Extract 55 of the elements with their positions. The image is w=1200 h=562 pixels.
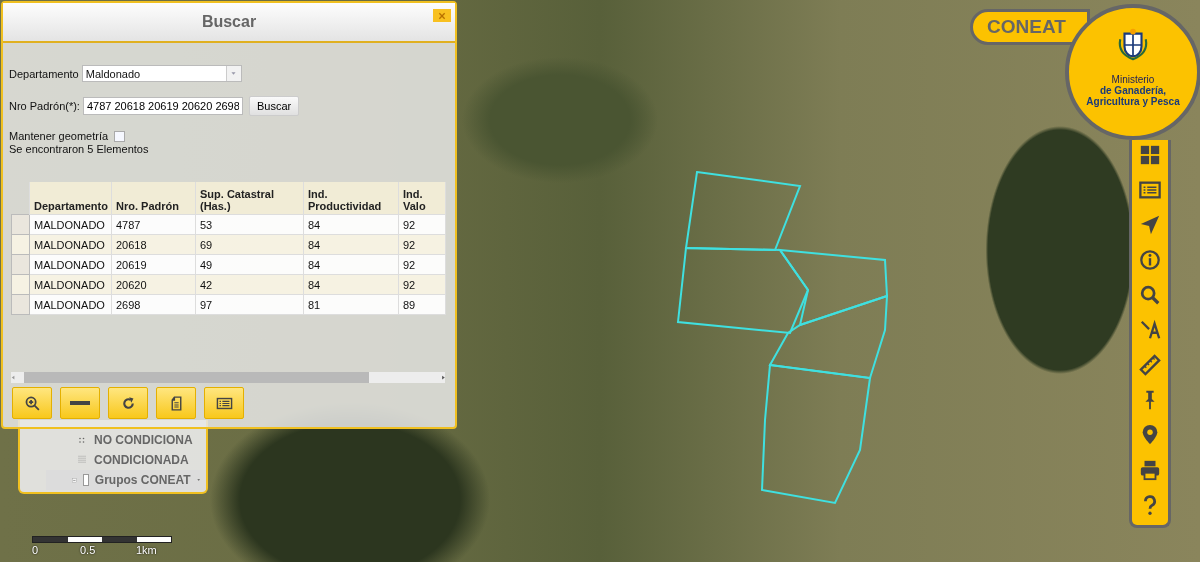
checkbox-label: Mantener geometría [9, 130, 109, 142]
group-checkbox[interactable] [82, 474, 89, 486]
scroll-right-icon [440, 374, 445, 381]
zoom-in-icon [23, 394, 41, 412]
column-header[interactable]: Departamento [29, 182, 112, 215]
app-name-badge: CONEAT [970, 9, 1090, 45]
parcel-outline[interactable] [777, 248, 889, 327]
column-header[interactable]: Nro. Padrón [111, 182, 196, 215]
refresh-button[interactable] [108, 387, 148, 419]
field-label: Departamento [9, 67, 79, 80]
ministry-name-line: de Ganadería, [1099, 85, 1167, 96]
grid-pattern-icon [76, 454, 88, 466]
scale-label: 0 [32, 544, 39, 556]
table-cell: 4787 [111, 214, 196, 235]
caret-down-icon [230, 71, 238, 76]
ruler-icon[interactable] [1138, 354, 1162, 376]
scale-label: 1km [136, 544, 157, 556]
ministry-name-line: Ministerio [1111, 74, 1155, 85]
text-tool-icon[interactable] [1138, 319, 1162, 341]
column-header[interactable]: Ind. Productividad [303, 182, 399, 215]
padron-input[interactable]: 4787 20618 20619 20620 2698 [82, 97, 243, 115]
minus-button[interactable] [60, 387, 100, 419]
printer-icon[interactable] [1138, 459, 1162, 481]
table-cell: 53 [195, 214, 304, 235]
legend-label: NO CONDICIONA [94, 433, 193, 447]
ministry-name-line: Agricultura y Pesca [1086, 96, 1180, 107]
list-button[interactable] [204, 387, 244, 419]
search-icon[interactable] [1138, 284, 1162, 306]
table-cell: 84 [303, 214, 399, 235]
zoom-in-button[interactable] [12, 387, 52, 419]
document-button[interactable] [156, 387, 196, 419]
minus-icon [70, 401, 90, 405]
scroll-left-icon [11, 374, 16, 381]
grid-icon[interactable] [1138, 144, 1162, 166]
legend-label: CONDICIONADA [94, 453, 189, 467]
close-icon [438, 11, 446, 20]
column-header[interactable]: Sup. Catastral (Has.) [195, 182, 304, 215]
search-button[interactable]: Buscar [248, 96, 300, 116]
scale-label: 0.5 [80, 544, 96, 556]
list-icon[interactable] [1138, 179, 1162, 201]
parcel-outline[interactable] [684, 170, 802, 251]
table-cell: MALDONADO [29, 214, 112, 235]
dialog-title: Buscar [201, 13, 257, 31]
parcel-outline[interactable] [768, 294, 889, 380]
coat-of-arms-icon [1116, 28, 1150, 62]
keep-geometry-checkbox[interactable] [114, 130, 126, 142]
parcel-outline[interactable] [760, 363, 872, 505]
info-icon[interactable] [1138, 249, 1162, 271]
horizontal-scrollbar[interactable] [11, 372, 445, 383]
department-dropdown[interactable]: Maldonado [81, 65, 242, 82]
parcel-outline[interactable] [676, 247, 810, 335]
table-cell: 92 [398, 214, 446, 235]
result-count-text: Se encontraron 5 Elementos [9, 143, 150, 155]
column-header[interactable]: Ind. Valo [398, 182, 446, 215]
field-label: Nro Padrón(*): [9, 100, 80, 112]
